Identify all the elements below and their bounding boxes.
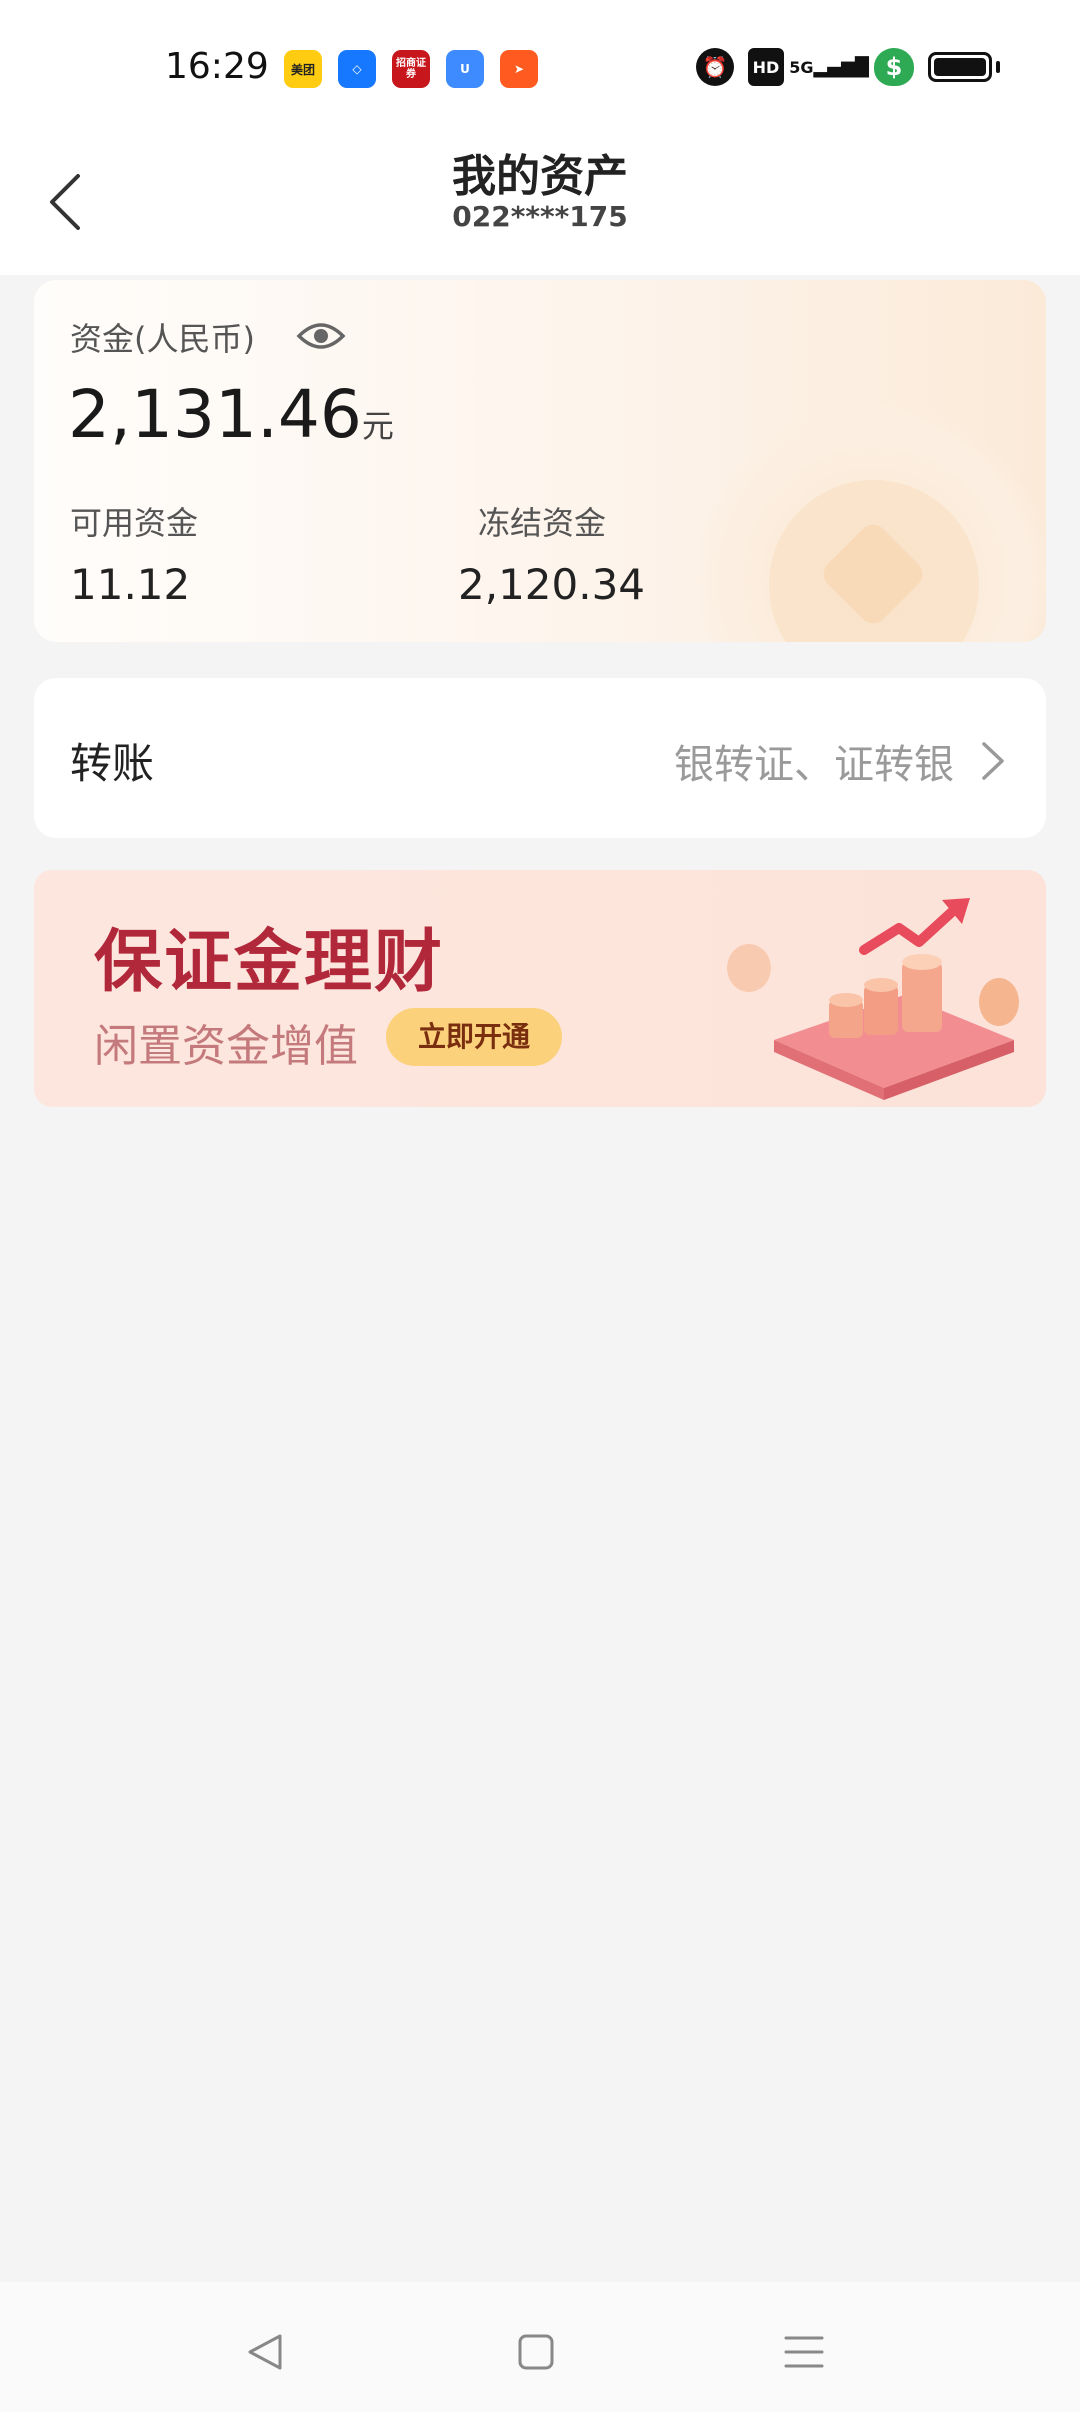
activate-now-button[interactable]: 立即开通 [386,1008,562,1066]
security-shield-icon: $ [874,48,914,86]
meituan-app-icon: 美团 [284,50,322,88]
banner-title: 保证金理财 [94,923,445,1002]
send-app-icon: ➤ [500,50,538,88]
status-time: 16:29 [165,46,269,87]
transfer-label: 转账 [70,739,155,788]
available-funds-label: 可用资金 [70,504,199,542]
fund-amount-value: 2,131.46 [68,376,362,453]
signal-icon: 5G ▂▄▆█ [789,48,869,86]
banner-subtitle: 闲置资金增值 [94,1021,358,1072]
margin-finance-banner[interactable]: 保证金理财 闲置资金增值 立即开通 [34,870,1046,1107]
page-header: 我的资产 022****175 [0,130,1080,275]
hd-icon: HD [748,48,784,86]
asset-summary-card: 资金(人民币) 2,131.46元 可用资金 11.12 冻结资金 2,120.… [34,280,1046,642]
eye-icon[interactable] [296,316,346,356]
transfer-row[interactable]: 转账 银转证、证转银 [34,678,1046,838]
cmb-securities-app-icon: 招商证券 [392,50,430,88]
fund-label: 资金(人民币) [70,320,255,358]
fund-total: 2,131.46元 [68,376,394,453]
shield-app-icon: U [446,50,484,88]
available-funds-value: 11.12 [70,560,191,609]
nav-back-icon[interactable] [236,2322,296,2382]
nav-menu-icon[interactable] [774,2322,834,2382]
coin-stack-illustration [727,898,1019,1100]
system-indicators: ⏰ HD 5G ▂▄▆█ $ [696,48,1000,86]
alarm-icon: ⏰ [696,48,734,86]
signal-bars-icon: ▂▄▆█ [813,56,869,78]
account-number: 022****175 [452,200,628,233]
chevron-right-icon [982,742,1004,780]
nav-home-icon[interactable] [506,2322,566,2382]
status-bar: 16:29 美团 ◇ 招商证券 U ➤ ⏰ HD 5G ▂▄▆█ $ [0,0,1080,130]
page-title: 我的资产 [452,151,628,202]
alipay-app-icon: ◇ [338,50,376,88]
notification-icons: 美团 ◇ 招商证券 U ➤ [284,50,538,88]
frozen-funds-value: 2,120.34 [458,560,646,609]
battery-tip-icon [996,61,1000,73]
system-navigation-bar [0,2282,1080,2412]
fund-unit: 元 [361,407,394,445]
network-label: 5G [789,57,814,77]
transfer-options: 银转证、证转银 [674,742,954,788]
frozen-funds-label: 冻结资金 [478,504,607,542]
battery-icon [928,52,992,82]
